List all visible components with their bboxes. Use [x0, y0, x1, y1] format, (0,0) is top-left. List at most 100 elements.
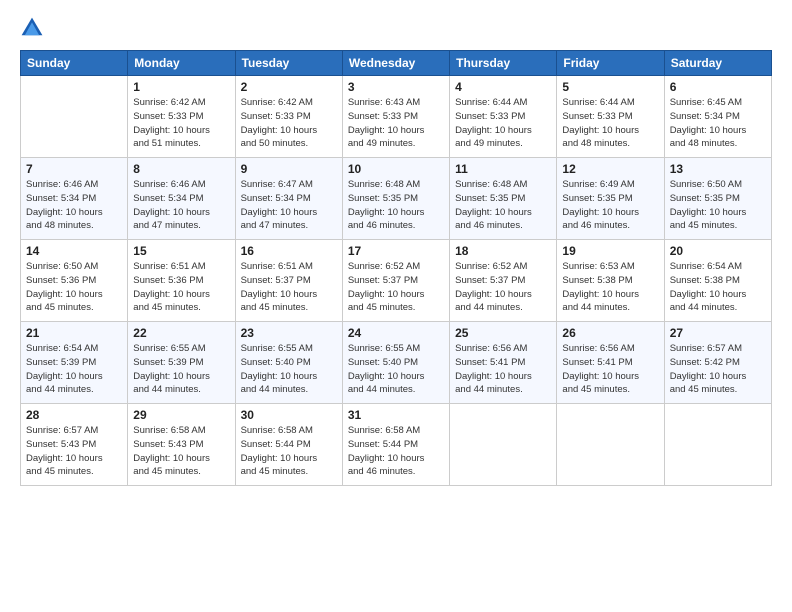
day-info: Sunrise: 6:48 AM Sunset: 5:35 PM Dayligh…	[455, 178, 551, 233]
day-info: Sunrise: 6:54 AM Sunset: 5:39 PM Dayligh…	[26, 342, 122, 397]
weekday-header-row: SundayMondayTuesdayWednesdayThursdayFrid…	[21, 51, 772, 76]
day-number: 25	[455, 326, 551, 340]
week-row-3: 14 Sunrise: 6:50 AM Sunset: 5:36 PM Dayli…	[21, 240, 772, 322]
weekday-header-thursday: Thursday	[450, 51, 557, 76]
day-info: Sunrise: 6:52 AM Sunset: 5:37 PM Dayligh…	[455, 260, 551, 315]
day-info: Sunrise: 6:58 AM Sunset: 5:44 PM Dayligh…	[348, 424, 444, 479]
calendar-cell: 16 Sunrise: 6:51 AM Sunset: 5:37 PM Dayli…	[235, 240, 342, 322]
calendar-cell: 30 Sunrise: 6:58 AM Sunset: 5:44 PM Dayli…	[235, 404, 342, 486]
calendar-cell: 20 Sunrise: 6:54 AM Sunset: 5:38 PM Dayli…	[664, 240, 771, 322]
calendar-cell	[664, 404, 771, 486]
calendar-cell: 13Sunrise: 6:50 AM Sunset: 5:35 PM Dayli…	[664, 158, 771, 240]
calendar-cell: 26Sunrise: 6:56 AM Sunset: 5:41 PM Dayli…	[557, 322, 664, 404]
calendar-cell: 23 Sunrise: 6:55 AM Sunset: 5:40 PM Dayli…	[235, 322, 342, 404]
week-row-1: 1Sunrise: 6:42 AM Sunset: 5:33 PM Daylig…	[21, 76, 772, 158]
calendar-cell: 27Sunrise: 6:57 AM Sunset: 5:42 PM Dayli…	[664, 322, 771, 404]
calendar-cell: 18Sunrise: 6:52 AM Sunset: 5:37 PM Dayli…	[450, 240, 557, 322]
calendar-cell: 7 Sunrise: 6:46 AM Sunset: 5:34 PM Daylig…	[21, 158, 128, 240]
day-number: 6	[670, 80, 766, 94]
logo-icon	[20, 16, 44, 40]
day-info: Sunrise: 6:56 AM Sunset: 5:41 PM Dayligh…	[455, 342, 551, 397]
day-number: 12	[562, 162, 658, 176]
day-info: Sunrise: 6:44 AM Sunset: 5:33 PM Dayligh…	[562, 96, 658, 151]
calendar-cell: 3Sunrise: 6:43 AM Sunset: 5:33 PM Daylig…	[342, 76, 449, 158]
day-number: 19	[562, 244, 658, 258]
calendar-cell: 31Sunrise: 6:58 AM Sunset: 5:44 PM Dayli…	[342, 404, 449, 486]
day-number: 22	[133, 326, 229, 340]
day-info: Sunrise: 6:55 AM Sunset: 5:40 PM Dayligh…	[348, 342, 444, 397]
calendar-cell: 5 Sunrise: 6:44 AM Sunset: 5:33 PM Daylig…	[557, 76, 664, 158]
week-row-2: 7 Sunrise: 6:46 AM Sunset: 5:34 PM Daylig…	[21, 158, 772, 240]
day-number: 15	[133, 244, 229, 258]
calendar-cell	[557, 404, 664, 486]
day-info: Sunrise: 6:45 AM Sunset: 5:34 PM Dayligh…	[670, 96, 766, 151]
day-info: Sunrise: 6:58 AM Sunset: 5:44 PM Dayligh…	[241, 424, 337, 479]
calendar-cell: 8 Sunrise: 6:46 AM Sunset: 5:34 PM Daylig…	[128, 158, 235, 240]
calendar-cell: 12 Sunrise: 6:49 AM Sunset: 5:35 PM Dayli…	[557, 158, 664, 240]
day-number: 8	[133, 162, 229, 176]
weekday-header-wednesday: Wednesday	[342, 51, 449, 76]
day-number: 5	[562, 80, 658, 94]
day-number: 29	[133, 408, 229, 422]
day-info: Sunrise: 6:47 AM Sunset: 5:34 PM Dayligh…	[241, 178, 337, 233]
calendar-cell: 17 Sunrise: 6:52 AM Sunset: 5:37 PM Dayli…	[342, 240, 449, 322]
calendar-cell: 14 Sunrise: 6:50 AM Sunset: 5:36 PM Dayli…	[21, 240, 128, 322]
day-info: Sunrise: 6:48 AM Sunset: 5:35 PM Dayligh…	[348, 178, 444, 233]
page: SundayMondayTuesdayWednesdayThursdayFrid…	[0, 0, 792, 612]
calendar-cell: 29 Sunrise: 6:58 AM Sunset: 5:43 PM Dayli…	[128, 404, 235, 486]
day-info: Sunrise: 6:42 AM Sunset: 5:33 PM Dayligh…	[241, 96, 337, 151]
calendar-cell: 28 Sunrise: 6:57 AM Sunset: 5:43 PM Dayli…	[21, 404, 128, 486]
calendar-cell: 25 Sunrise: 6:56 AM Sunset: 5:41 PM Dayli…	[450, 322, 557, 404]
day-info: Sunrise: 6:57 AM Sunset: 5:43 PM Dayligh…	[26, 424, 122, 479]
weekday-header-saturday: Saturday	[664, 51, 771, 76]
week-row-5: 28 Sunrise: 6:57 AM Sunset: 5:43 PM Dayli…	[21, 404, 772, 486]
weekday-header-tuesday: Tuesday	[235, 51, 342, 76]
day-info: Sunrise: 6:50 AM Sunset: 5:35 PM Dayligh…	[670, 178, 766, 233]
logo	[20, 16, 46, 40]
day-number: 16	[241, 244, 337, 258]
day-number: 28	[26, 408, 122, 422]
day-info: Sunrise: 6:49 AM Sunset: 5:35 PM Dayligh…	[562, 178, 658, 233]
calendar-cell	[450, 404, 557, 486]
calendar-cell: 6 Sunrise: 6:45 AM Sunset: 5:34 PM Daylig…	[664, 76, 771, 158]
day-number: 21	[26, 326, 122, 340]
week-row-4: 21 Sunrise: 6:54 AM Sunset: 5:39 PM Dayli…	[21, 322, 772, 404]
day-info: Sunrise: 6:55 AM Sunset: 5:40 PM Dayligh…	[241, 342, 337, 397]
day-number: 11	[455, 162, 551, 176]
day-info: Sunrise: 6:56 AM Sunset: 5:41 PM Dayligh…	[562, 342, 658, 397]
day-number: 3	[348, 80, 444, 94]
day-info: Sunrise: 6:58 AM Sunset: 5:43 PM Dayligh…	[133, 424, 229, 479]
day-number: 27	[670, 326, 766, 340]
day-info: Sunrise: 6:42 AM Sunset: 5:33 PM Dayligh…	[133, 96, 229, 151]
day-info: Sunrise: 6:51 AM Sunset: 5:36 PM Dayligh…	[133, 260, 229, 315]
day-number: 4	[455, 80, 551, 94]
day-info: Sunrise: 6:53 AM Sunset: 5:38 PM Dayligh…	[562, 260, 658, 315]
day-info: Sunrise: 6:46 AM Sunset: 5:34 PM Dayligh…	[26, 178, 122, 233]
day-info: Sunrise: 6:44 AM Sunset: 5:33 PM Dayligh…	[455, 96, 551, 151]
day-number: 17	[348, 244, 444, 258]
calendar-cell: 22 Sunrise: 6:55 AM Sunset: 5:39 PM Dayli…	[128, 322, 235, 404]
calendar-cell: 19 Sunrise: 6:53 AM Sunset: 5:38 PM Dayli…	[557, 240, 664, 322]
day-number: 20	[670, 244, 766, 258]
calendar-cell: 4 Sunrise: 6:44 AM Sunset: 5:33 PM Daylig…	[450, 76, 557, 158]
day-number: 7	[26, 162, 122, 176]
header	[20, 16, 772, 40]
day-number: 14	[26, 244, 122, 258]
weekday-header-sunday: Sunday	[21, 51, 128, 76]
calendar-cell: 15 Sunrise: 6:51 AM Sunset: 5:36 PM Dayli…	[128, 240, 235, 322]
day-info: Sunrise: 6:55 AM Sunset: 5:39 PM Dayligh…	[133, 342, 229, 397]
day-number: 23	[241, 326, 337, 340]
calendar-cell: 24Sunrise: 6:55 AM Sunset: 5:40 PM Dayli…	[342, 322, 449, 404]
weekday-header-friday: Friday	[557, 51, 664, 76]
day-info: Sunrise: 6:52 AM Sunset: 5:37 PM Dayligh…	[348, 260, 444, 315]
day-info: Sunrise: 6:51 AM Sunset: 5:37 PM Dayligh…	[241, 260, 337, 315]
calendar-cell	[21, 76, 128, 158]
day-info: Sunrise: 6:50 AM Sunset: 5:36 PM Dayligh…	[26, 260, 122, 315]
calendar-cell: 21 Sunrise: 6:54 AM Sunset: 5:39 PM Dayli…	[21, 322, 128, 404]
day-info: Sunrise: 6:46 AM Sunset: 5:34 PM Dayligh…	[133, 178, 229, 233]
day-info: Sunrise: 6:54 AM Sunset: 5:38 PM Dayligh…	[670, 260, 766, 315]
calendar-table: SundayMondayTuesdayWednesdayThursdayFrid…	[20, 50, 772, 486]
calendar-cell: 11 Sunrise: 6:48 AM Sunset: 5:35 PM Dayli…	[450, 158, 557, 240]
day-number: 30	[241, 408, 337, 422]
weekday-header-monday: Monday	[128, 51, 235, 76]
